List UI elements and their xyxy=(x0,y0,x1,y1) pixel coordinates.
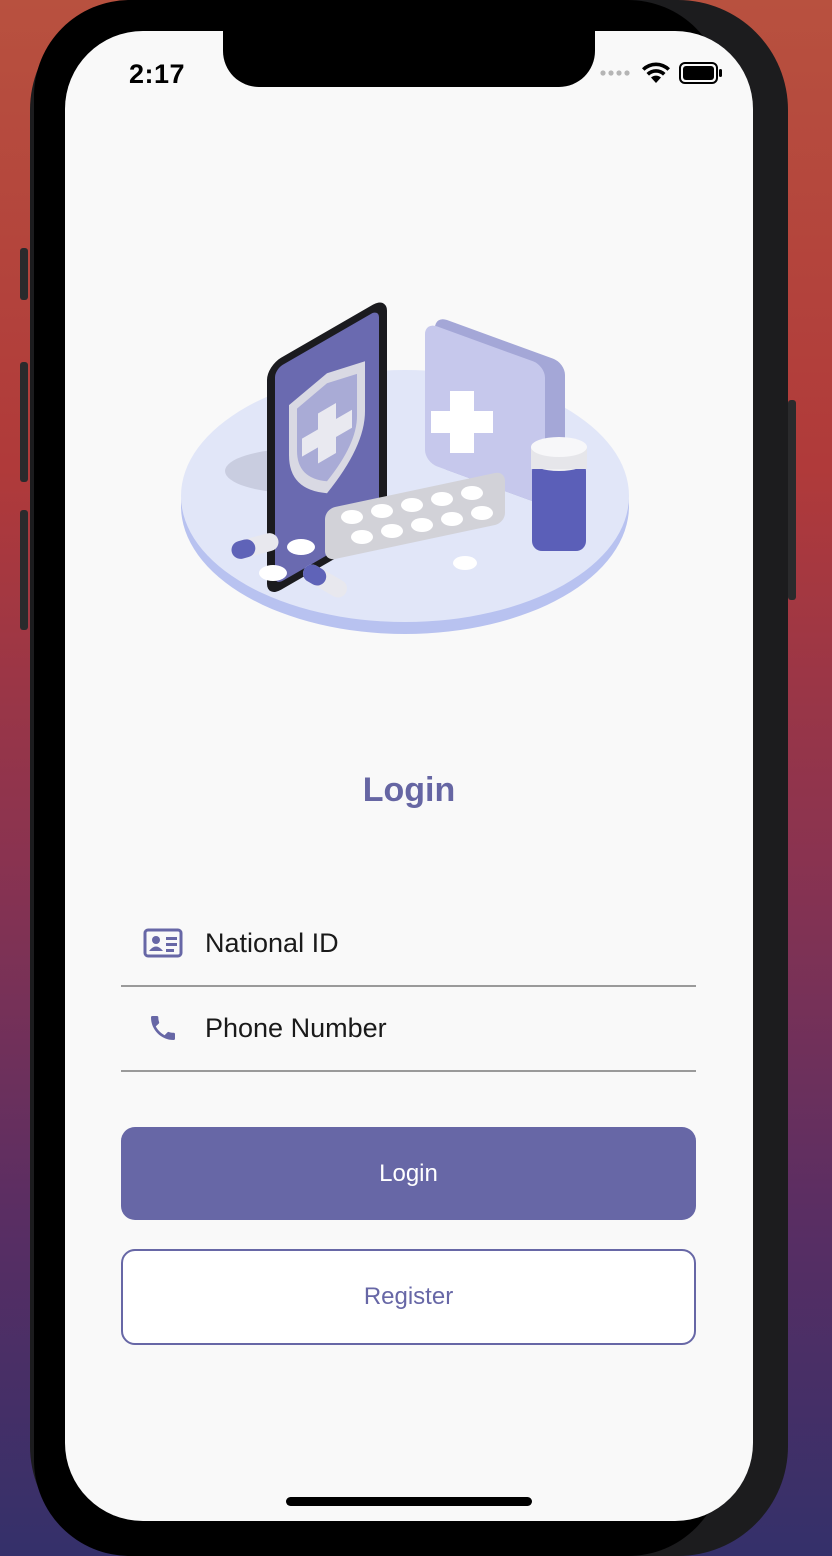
national-id-input[interactable] xyxy=(205,927,696,959)
status-icons xyxy=(599,61,723,85)
notch xyxy=(223,31,595,87)
power-button xyxy=(788,400,796,600)
register-button[interactable]: Register xyxy=(121,1249,696,1345)
phone-number-input[interactable] xyxy=(205,1012,696,1044)
phone-number-field[interactable] xyxy=(121,986,696,1072)
id-card-icon xyxy=(121,928,205,958)
volume-up-button xyxy=(20,362,28,482)
home-indicator[interactable] xyxy=(286,1497,532,1506)
mute-switch xyxy=(20,248,28,300)
status-time: 2:17 xyxy=(129,59,186,89)
page-title: Login xyxy=(362,771,456,809)
login-button[interactable]: Login xyxy=(121,1127,696,1220)
phone-icon xyxy=(121,1012,205,1044)
medical-illustration xyxy=(181,302,629,634)
app-screen: 2:17 Login National ID Phone Number Logi… xyxy=(65,31,753,1521)
battery-icon xyxy=(679,62,722,84)
national-id-field[interactable] xyxy=(121,901,696,987)
wifi-icon xyxy=(642,62,670,83)
volume-down-button xyxy=(20,510,28,630)
cellular-signal-icon xyxy=(600,70,630,76)
